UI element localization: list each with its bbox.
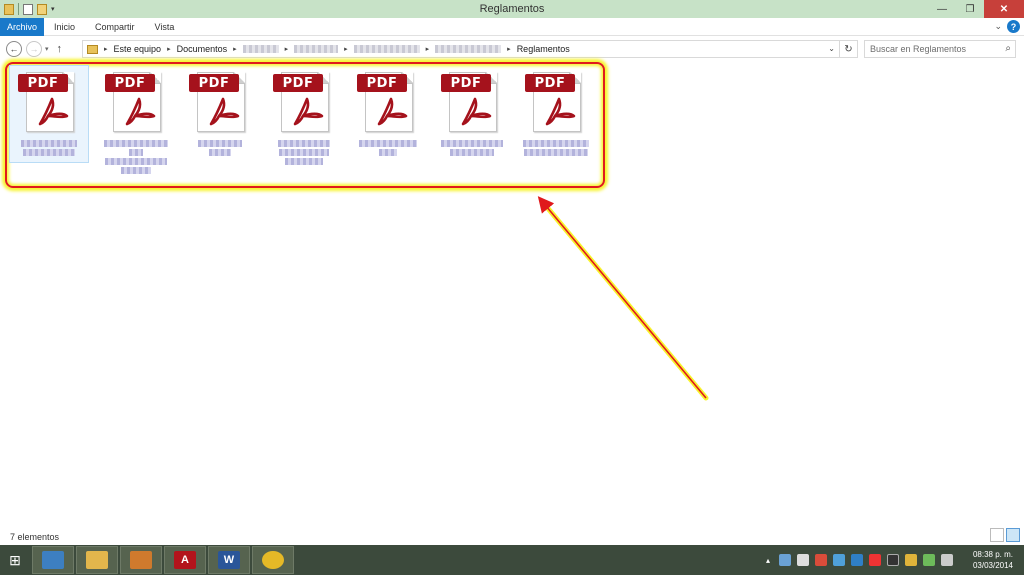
- address-bar[interactable]: ▸ Este equipo ▸ Documentos ▸ ▸ ▸ ▸ ▸ Reg…: [82, 40, 858, 58]
- breadcrumb-separator-icon[interactable]: ▸: [104, 45, 108, 53]
- breadcrumb-separator-icon[interactable]: ▸: [167, 45, 171, 53]
- file-list-pane[interactable]: PDF PDF PDF PDF PDF PDF PDF: [0, 60, 1024, 528]
- volume-icon[interactable]: [941, 554, 953, 566]
- new-folder-icon[interactable]: [37, 3, 47, 15]
- customize-toolbar-chevron-icon[interactable]: ▾: [51, 5, 55, 13]
- annotation-arrow: [537, 196, 709, 401]
- search-box[interactable]: ⌕: [864, 40, 1016, 58]
- tray-app-icon[interactable]: [869, 554, 881, 566]
- taskbar-app-chrome[interactable]: [252, 546, 294, 574]
- taskbar-app-slides[interactable]: [120, 546, 162, 574]
- properties-icon[interactable]: [23, 3, 33, 15]
- item-count: 7 elementos: [10, 531, 60, 542]
- breadcrumb-separator-icon[interactable]: ▸: [233, 45, 237, 53]
- chrome-icon: [262, 551, 284, 569]
- tab-compartir[interactable]: Compartir: [85, 18, 145, 36]
- taskbar-app-acrobat[interactable]: A: [164, 546, 206, 574]
- close-button[interactable]: ✕: [984, 0, 1024, 18]
- tray-app-icon[interactable]: [887, 554, 899, 566]
- taskbar-app-explorer[interactable]: [76, 546, 118, 574]
- back-button[interactable]: ←: [6, 41, 22, 57]
- large-icons-view-button[interactable]: [1006, 528, 1020, 542]
- folder-icon: [87, 44, 98, 54]
- tray-app-icon[interactable]: [851, 554, 863, 566]
- breadcrumb-separator-icon[interactable]: ▸: [426, 45, 430, 53]
- clock-date: 03/03/2014: [972, 561, 1014, 570]
- tray-app-icon[interactable]: [833, 554, 845, 566]
- tab-vista[interactable]: Vista: [145, 18, 185, 36]
- taskbar-app-word[interactable]: W: [208, 546, 250, 574]
- quick-access-toolbar: ▾: [0, 0, 55, 18]
- explorer-window: ▾ Reglamentos — ❐ ✕ Archivo Inicio Compa…: [0, 0, 1024, 545]
- breadcrumb-redacted[interactable]: [435, 45, 502, 53]
- breadcrumb-redacted[interactable]: [294, 45, 339, 53]
- clock[interactable]: 08:38 p. m. 03/03/2014: [962, 549, 1024, 571]
- forward-button[interactable]: →: [26, 41, 42, 57]
- address-dropdown-chevron-icon[interactable]: ⌄: [828, 44, 835, 53]
- breadcrumb-este-equipo[interactable]: Este equipo: [114, 44, 162, 54]
- tab-inicio[interactable]: Inicio: [44, 18, 85, 36]
- system-tray: ▴ 08:38 p. m. 03/03/2014: [766, 545, 1024, 575]
- minimize-button[interactable]: —: [928, 0, 956, 18]
- status-bar: 7 elementos: [0, 528, 1024, 545]
- show-hidden-icons-button[interactable]: ▴: [766, 556, 770, 565]
- tray-app-icon[interactable]: [905, 554, 917, 566]
- recent-locations-chevron-icon[interactable]: ▾: [45, 45, 49, 53]
- taskbar-app-outlook[interactable]: [32, 546, 74, 574]
- window-title: Reglamentos: [479, 3, 545, 15]
- ribbon-tabs: Archivo Inicio Compartir Vista ⌄ ?: [0, 17, 1024, 36]
- taskbar: ⊞ AW ▴ 08:38 p. m. 03/03/2014: [0, 545, 1024, 575]
- window-controls: — ❐ ✕: [928, 0, 1024, 18]
- slides-icon: [130, 551, 152, 569]
- breadcrumb-redacted[interactable]: [353, 45, 420, 53]
- title-bar[interactable]: ▾ Reglamentos — ❐ ✕: [0, 0, 1024, 18]
- refresh-icon[interactable]: ↻: [839, 41, 857, 57]
- tab-archivo[interactable]: Archivo: [0, 17, 45, 36]
- tray-app-icon[interactable]: [797, 554, 809, 566]
- breadcrumb-separator-icon[interactable]: ▸: [285, 45, 289, 53]
- start-button[interactable]: ⊞: [0, 545, 30, 575]
- folder-icon: [4, 3, 14, 15]
- up-button[interactable]: ↑: [57, 43, 63, 55]
- expand-ribbon-chevron-icon[interactable]: ⌄: [994, 21, 1002, 32]
- tray-app-icon[interactable]: [779, 554, 791, 566]
- restore-button[interactable]: ❐: [956, 0, 984, 18]
- acrobat-icon: A: [174, 551, 196, 569]
- help-icon[interactable]: ?: [1007, 20, 1020, 33]
- explorer-icon: [86, 551, 108, 569]
- view-toggle: [990, 528, 1020, 542]
- network-icon[interactable]: [923, 554, 935, 566]
- breadcrumb-redacted[interactable]: [242, 45, 279, 53]
- breadcrumb-separator-icon[interactable]: ▸: [344, 45, 348, 53]
- breadcrumb-reglamentos[interactable]: Reglamentos: [517, 44, 570, 54]
- clock-time: 08:38 p. m.: [972, 550, 1014, 559]
- breadcrumb-documentos[interactable]: Documentos: [177, 44, 228, 54]
- breadcrumb-separator-icon[interactable]: ▸: [507, 45, 511, 53]
- outlook-icon: [42, 551, 64, 569]
- search-icon[interactable]: ⌕: [1005, 43, 1011, 54]
- search-input[interactable]: [865, 44, 995, 54]
- navigation-bar: ← → ▾ ↑ ▸ Este equipo ▸ Documentos ▸ ▸ ▸…: [0, 38, 1024, 60]
- word-icon: W: [218, 551, 240, 569]
- tray-app-icon[interactable]: [815, 554, 827, 566]
- details-view-button[interactable]: [990, 528, 1004, 542]
- taskbar-apps: AW: [30, 546, 294, 574]
